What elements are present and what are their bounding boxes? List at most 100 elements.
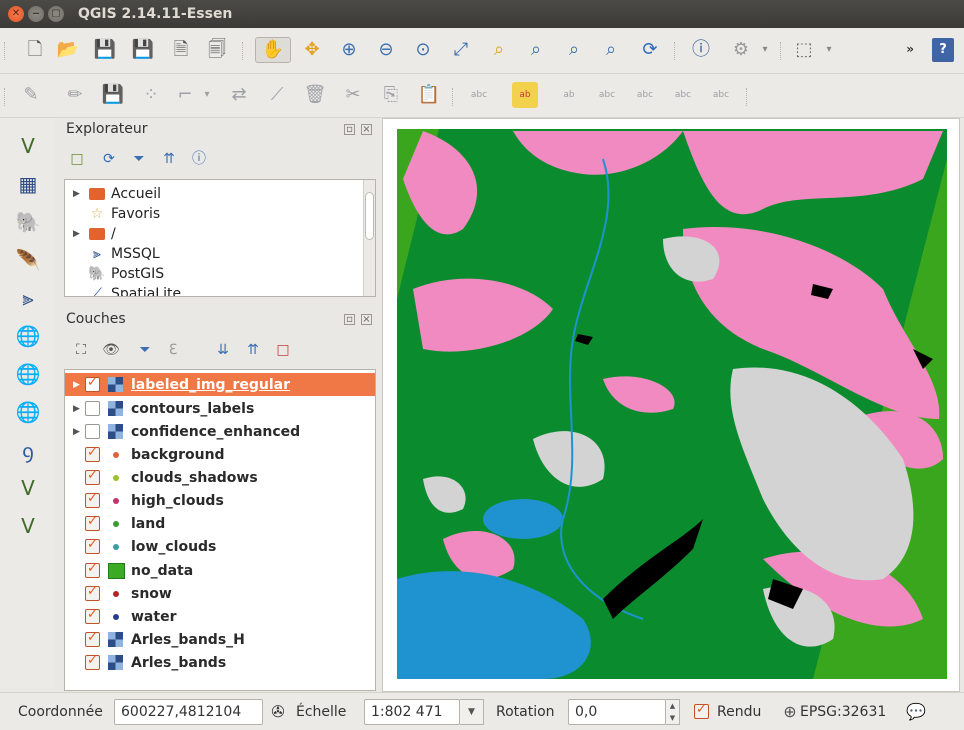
layer-visibility-checkbox[interactable]: [85, 401, 100, 416]
expand-all-icon[interactable]: ⇊: [214, 341, 232, 359]
show-hide-labels-icon[interactable]: abc: [594, 82, 620, 108]
run-action-dropdown-icon[interactable]: ▾: [758, 37, 772, 63]
identify-features-icon[interactable]: ⓘ: [688, 37, 714, 63]
pan-to-selection-icon[interactable]: ✥: [299, 37, 325, 63]
layer-visibility-checkbox[interactable]: [85, 491, 100, 508]
layer-row[interactable]: no_data: [65, 559, 375, 582]
copy-features-icon[interactable]: ⎘: [378, 82, 404, 108]
collapse-all-icon[interactable]: ⇈: [160, 150, 178, 168]
add-mssql-layer-icon[interactable]: ⫸: [14, 284, 42, 312]
move-feature-icon[interactable]: ⇄: [226, 82, 252, 108]
zoom-actual-size-icon[interactable]: ⊙: [410, 37, 436, 63]
layer-visibility-checkbox[interactable]: [85, 375, 100, 392]
toolbar-overflow-button[interactable]: »: [906, 42, 914, 56]
minimize-window-button[interactable]: ‒: [28, 6, 44, 22]
browser-properties-icon[interactable]: ⓘ: [190, 150, 208, 168]
scrollbar-thumb[interactable]: [365, 192, 374, 240]
browser-item[interactable]: ▶ Accueil: [73, 184, 161, 204]
change-label-icon[interactable]: abc: [708, 82, 734, 108]
add-vector-layer-icon[interactable]: V: [14, 132, 42, 160]
delete-selected-icon[interactable]: 🗑: [302, 82, 328, 108]
coordinate-field[interactable]: 600227,4812104: [114, 699, 263, 725]
zoom-in-icon[interactable]: ⊕: [336, 37, 362, 63]
layer-visibility-checkbox[interactable]: [85, 424, 100, 439]
node-tool-icon[interactable]: ⌐: [172, 82, 198, 108]
zoom-to-selection-icon[interactable]: ⌕: [486, 37, 512, 63]
layer-row[interactable]: Arles_bands: [65, 651, 375, 674]
toggle-extents-mouse-icon[interactable]: ✇: [268, 702, 288, 722]
composer-manager-icon[interactable]: 🗐: [204, 37, 230, 63]
zoom-next-icon[interactable]: ⌕: [598, 37, 624, 63]
pan-map-icon[interactable]: ✋: [255, 37, 291, 63]
layer-visibility-checkbox[interactable]: [85, 561, 100, 578]
crs-status-button[interactable]: EPSG:32631: [800, 704, 886, 720]
browser-item[interactable]: ☆ Favoris: [73, 204, 160, 224]
layer-labeling-icon[interactable]: abc: [466, 82, 492, 108]
browser-item[interactable]: ⫸ MSSQL: [73, 244, 160, 264]
toolbar-handle[interactable]: [4, 42, 6, 60]
add-wfs-layer-icon[interactable]: 🌐: [14, 398, 42, 426]
rotate-label-icon[interactable]: abc: [670, 82, 696, 108]
refresh-icon[interactable]: ⟳: [637, 37, 663, 63]
add-wcs-layer-icon[interactable]: 🌐: [14, 360, 42, 388]
layer-row[interactable]: land: [65, 512, 375, 535]
new-shapefile-layer-icon[interactable]: V: [14, 512, 42, 540]
paste-features-icon[interactable]: 📋: [416, 82, 442, 108]
manage-visibility-icon[interactable]: 👁: [102, 341, 120, 359]
expand-arrow-icon[interactable]: ▶: [73, 380, 85, 390]
add-delimited-text-layer-icon[interactable]: ꝯ: [14, 436, 42, 464]
crs-globe-icon[interactable]: ⊕: [780, 702, 800, 722]
save-as-icon[interactable]: 💾: [130, 37, 156, 63]
expand-arrow-icon[interactable]: ▶: [73, 189, 87, 199]
remove-layer-icon[interactable]: □: [274, 341, 292, 359]
toolbar-handle[interactable]: [4, 88, 6, 106]
layer-visibility-checkbox[interactable]: [85, 537, 100, 554]
render-checkbox[interactable]: [694, 702, 709, 719]
maximize-window-button[interactable]: ▢: [48, 6, 64, 22]
layer-visibility-checkbox[interactable]: [85, 653, 100, 670]
open-project-icon[interactable]: 📂: [55, 37, 81, 63]
browser-scrollbar[interactable]: [363, 180, 375, 296]
new-print-composer-icon[interactable]: 🗎: [168, 37, 194, 63]
map-canvas[interactable]: [382, 118, 960, 692]
close-window-button[interactable]: ✕: [8, 6, 24, 22]
layers-float-button[interactable]: ▫: [344, 314, 355, 325]
expand-arrow-icon[interactable]: ▶: [73, 229, 87, 239]
zoom-last-icon[interactable]: ⌕: [561, 37, 587, 63]
browser-item[interactable]: ⟋ SpatiaLite: [73, 284, 181, 296]
layer-visibility-checkbox[interactable]: [85, 468, 100, 485]
browser-close-button[interactable]: ×: [361, 124, 372, 135]
layers-close-button[interactable]: ×: [361, 314, 372, 325]
layer-row[interactable]: Arles_bands_H: [65, 628, 375, 651]
new-project-icon[interactable]: 🗋: [22, 37, 48, 63]
layers-filter-icon[interactable]: ⏷: [136, 341, 154, 359]
layer-styling-icon[interactable]: ⛶: [72, 341, 90, 359]
layer-row[interactable]: high_clouds: [65, 489, 375, 512]
save-edits-icon[interactable]: 💾: [100, 82, 126, 108]
whats-this-help-button[interactable]: ?: [932, 38, 954, 62]
select-features-icon[interactable]: ⬚: [791, 37, 817, 63]
toggle-editing-icon[interactable]: ✏: [62, 82, 88, 108]
select-features-dropdown-icon[interactable]: ▾: [822, 37, 836, 63]
layer-visibility-checkbox[interactable]: [85, 445, 100, 462]
expand-arrow-icon[interactable]: ▶: [73, 404, 85, 414]
browser-tree[interactable]: ▶ Accueil ☆ Favoris ▶ / ⫸ MSSQL 🐘 PostGI…: [64, 179, 376, 297]
add-spatialite-layer-icon[interactable]: 🪶: [14, 246, 42, 274]
node-tool-dropdown-icon[interactable]: ▾: [200, 82, 214, 108]
expand-arrow-icon[interactable]: ▶: [73, 427, 85, 437]
add-feature-icon[interactable]: ⁘: [138, 82, 164, 108]
cut-features-icon[interactable]: ✂: [340, 82, 366, 108]
rotation-spin-arrows-icon[interactable]: ▲ ▼: [666, 699, 680, 725]
layer-visibility-checkbox[interactable]: [85, 584, 100, 601]
layer-visibility-checkbox[interactable]: [85, 514, 100, 531]
scale-dropdown-icon[interactable]: ▼: [460, 699, 484, 725]
layer-row[interactable]: ▶ labeled_img_regular: [65, 373, 375, 396]
add-virtual-layer-icon[interactable]: V: [14, 474, 42, 502]
save-project-icon[interactable]: 💾: [92, 37, 118, 63]
zoom-full-icon[interactable]: ⤢: [448, 37, 474, 63]
zoom-to-layer-icon[interactable]: ⌕: [523, 37, 549, 63]
run-action-icon[interactable]: ⚙: [728, 37, 754, 63]
collapse-all-layers-icon[interactable]: ⇈: [244, 341, 262, 359]
current-edits-icon[interactable]: ✎: [18, 82, 44, 108]
layer-row[interactable]: low_clouds: [65, 535, 375, 558]
